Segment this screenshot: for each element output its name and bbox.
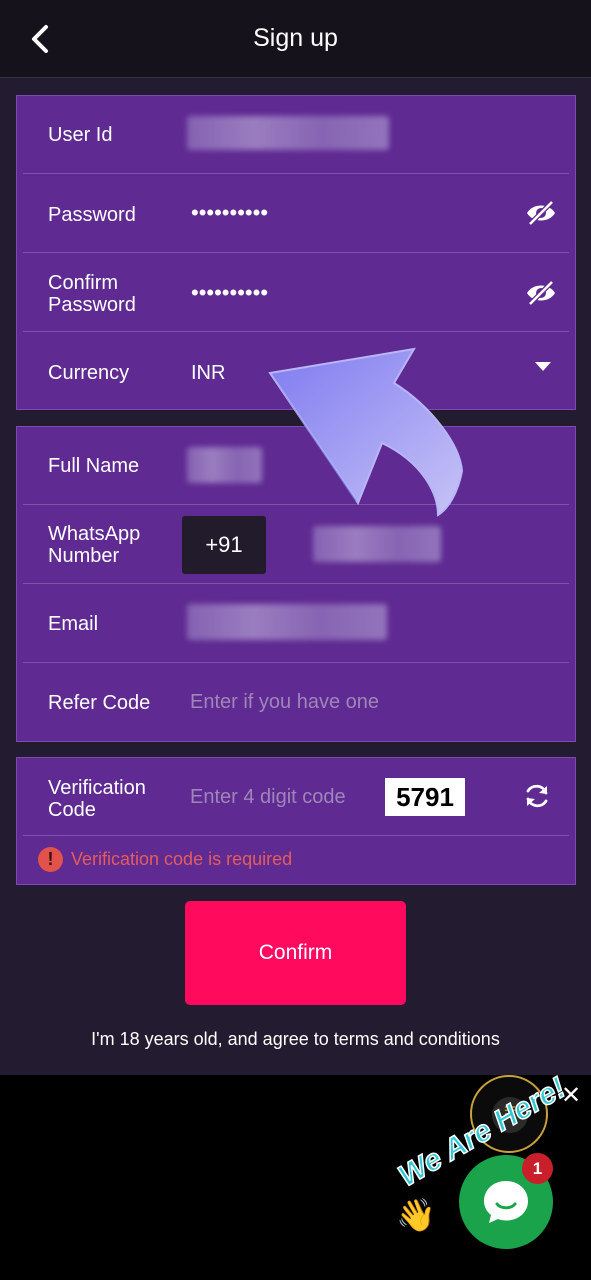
verification-error-row: ! Verification code is required (23, 836, 569, 884)
verification-label-line1: Verification (48, 777, 146, 799)
terms-text[interactable]: I'm 18 years old, and agree to terms and… (0, 1029, 591, 1050)
whatsapp-input[interactable] (313, 526, 441, 562)
top-bar: Sign up (0, 0, 591, 78)
whatsapp-label-line2: Number (48, 545, 120, 567)
verification-code-input[interactable]: Enter 4 digit code (190, 786, 346, 809)
email-input[interactable] (187, 604, 387, 640)
chat-bubble-icon (484, 1181, 528, 1223)
verification-error-text: Verification code is required (71, 849, 293, 869)
captcha-image: 5791 (385, 778, 465, 816)
user-id-label: User Id (48, 124, 113, 146)
password-input[interactable]: •••••••••• (191, 200, 268, 226)
page-title: Sign up (253, 24, 338, 52)
refer-code-row: Refer Code Enter if you have one (23, 663, 569, 741)
waving-hand-icon: 👋 (396, 1197, 436, 1233)
pointer-arrow-icon (268, 347, 464, 517)
user-id-input[interactable] (187, 116, 389, 150)
verification-label-line2: Code (48, 799, 96, 821)
confirm-button[interactable]: Confirm (185, 901, 406, 1005)
user-id-row: User Id (23, 96, 569, 174)
email-row: Email (23, 584, 569, 663)
confirm-password-input[interactable]: •••••••••• (191, 280, 268, 306)
confirm-password-label: Confirm Password (48, 272, 136, 316)
confirm-password-label-line2: Password (48, 294, 136, 316)
eye-off-icon[interactable] (525, 200, 557, 226)
password-row: Password •••••••••• (23, 174, 569, 253)
full-name-label: Full Name (48, 455, 140, 477)
password-label: Password (48, 204, 136, 226)
error-icon: ! (38, 847, 63, 872)
whatsapp-label-line1: WhatsApp (48, 523, 141, 545)
currency-select[interactable]: INR (191, 362, 225, 385)
email-label: Email (48, 613, 99, 635)
verification-label: Verification Code (48, 777, 146, 821)
eye-off-icon[interactable] (525, 280, 557, 306)
country-code-select[interactable]: +91 (182, 516, 266, 574)
currency-label: Currency (48, 362, 130, 384)
caret-down-icon[interactable] (535, 362, 551, 372)
confirm-password-row: Confirm Password •••••••••• (23, 253, 569, 332)
verification-section: Verification Code Enter 4 digit code 579… (16, 757, 576, 885)
verification-row: Verification Code Enter 4 digit code 579… (23, 758, 569, 836)
notification-badge: 1 (522, 1153, 553, 1184)
full-name-input[interactable] (187, 447, 262, 483)
refer-code-label: Refer Code (48, 692, 151, 714)
whatsapp-label: WhatsApp Number (48, 523, 140, 567)
confirm-password-label-line1: Confirm (48, 272, 119, 294)
refresh-icon[interactable] (523, 782, 551, 810)
refer-code-input[interactable]: Enter if you have one (190, 691, 379, 714)
